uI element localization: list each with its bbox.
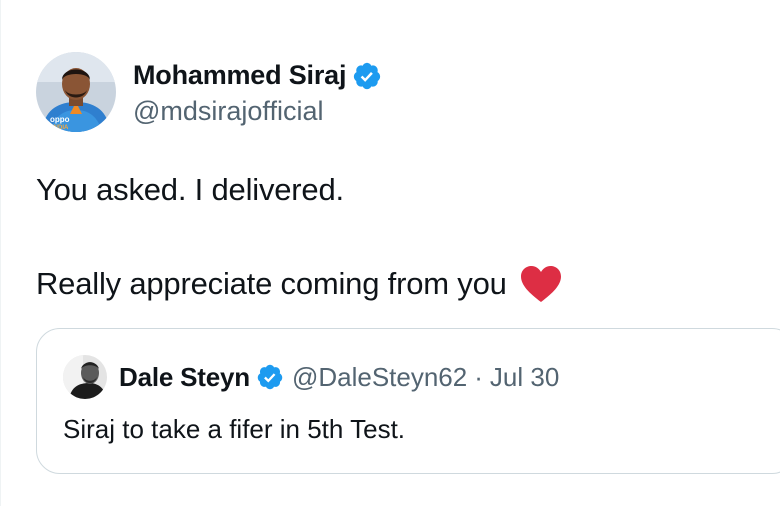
- tweet-line: You asked. I delivered.: [36, 172, 344, 207]
- quoted-tweet-date[interactable]: Jul 30: [490, 362, 559, 393]
- quoted-tweet-card[interactable]: Dale Steyn @DaleSteyn62 · Jul 30 Siraj t…: [36, 328, 780, 474]
- left-divider: [0, 0, 1, 506]
- verified-badge-icon[interactable]: [352, 61, 382, 91]
- tweet-line: Really appreciate coming from you: [36, 266, 507, 301]
- author-avatar[interactable]: oppo INDIA: [36, 52, 116, 132]
- quoted-tweet-header: Dale Steyn @DaleSteyn62 · Jul 30: [63, 355, 559, 399]
- author-handle[interactable]: @mdsirajofficial: [133, 96, 382, 127]
- author-display-name[interactable]: Mohammed Siraj: [133, 60, 346, 91]
- quoted-author-avatar[interactable]: [63, 355, 107, 399]
- tweet-header: oppo INDIA Mohammed Siraj @mdsirajoffici…: [36, 52, 382, 132]
- jersey-country-text: INDIA: [52, 125, 69, 131]
- quoted-separator-dot: ·: [474, 361, 483, 392]
- quoted-tweet-text: Siraj to take a fifer in 5th Test.: [63, 414, 406, 444]
- red-heart-icon: [519, 264, 563, 304]
- quoted-verified-badge-icon: [256, 363, 284, 391]
- author-name-row: Mohammed Siraj: [133, 58, 382, 94]
- quoted-author-display-name: Dale Steyn: [119, 361, 250, 392]
- author-avatar-image: oppo INDIA: [36, 52, 116, 132]
- tweet-line-with-emoji: Really appreciate coming from you: [36, 260, 563, 307]
- jersey-sponsor-text: oppo: [50, 115, 70, 124]
- tweet-body: You asked. I delivered. Really appreciat…: [36, 166, 563, 307]
- quoted-author-avatar-image: [63, 355, 107, 399]
- quoted-author-handle: @DaleSteyn62: [291, 361, 468, 392]
- author-names: Mohammed Siraj @mdsirajofficial: [133, 58, 382, 127]
